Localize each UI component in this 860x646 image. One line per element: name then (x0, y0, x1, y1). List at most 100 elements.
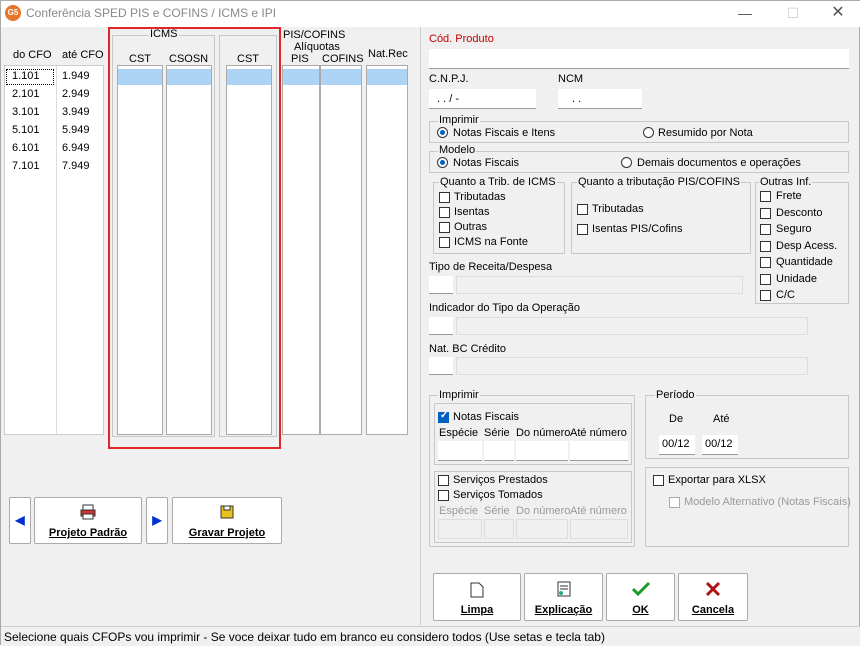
limpa-button[interactable]: Limpa (433, 573, 521, 621)
tipo-receita-code[interactable] (429, 276, 453, 294)
servicos-prestados-checkbox[interactable] (438, 475, 449, 486)
pis-trib-legend: Quanto a tributação PIS/COFINS (577, 176, 742, 188)
title-bar: G5 Conferência SPED PIS e COFINS / ICMS … (1, 1, 860, 27)
cfo-to-header: até CFO (62, 49, 104, 61)
outras-checkbox[interactable] (760, 273, 771, 285)
icms-trib-checkbox[interactable] (439, 192, 450, 203)
minimize-icon[interactable]: — (733, 3, 757, 23)
prev-project-button[interactable]: ◀ (9, 497, 31, 544)
nf-serie-input[interactable] (484, 441, 514, 461)
cancela-button[interactable]: Cancela (678, 573, 748, 621)
outras-label: Seguro (776, 223, 812, 235)
nat-bc-label: Nat. BC Crédito (429, 343, 507, 355)
exportar-xlsx-label: Exportar para XLSX (668, 474, 766, 486)
ncm-input[interactable]: . . (558, 89, 642, 109)
serie-label: Série (484, 427, 510, 439)
projeto-padrao-label: Projeto Padrão (48, 527, 128, 539)
cfo-from-header: do CFO (13, 49, 52, 61)
cfo-to-cell[interactable]: 1.949 (62, 70, 90, 82)
document-info-icon (557, 581, 570, 597)
notas-fiscais-checkbox[interactable] (438, 410, 449, 423)
cnpj-label: C.N.P.J. (429, 73, 469, 85)
outras-checkbox[interactable] (760, 240, 771, 252)
servicos-tomados-checkbox[interactable] (438, 490, 449, 501)
cfo-from-cell[interactable]: 3.101 (12, 106, 40, 118)
pis-list[interactable] (282, 65, 320, 435)
icms-trib-checkbox[interactable] (439, 222, 450, 233)
outras-label: Quantidade (776, 256, 833, 268)
outras-checkbox[interactable] (760, 207, 771, 219)
cfo-to-cell[interactable]: 3.949 (62, 106, 90, 118)
outras-checkbox[interactable] (760, 224, 771, 235)
close-icon[interactable]: ✕ (826, 3, 850, 23)
ok-button[interactable]: OK (606, 573, 675, 621)
app-window: G5 Conferência SPED PIS e COFINS / ICMS … (0, 0, 860, 646)
icms-trib-checkbox[interactable] (439, 207, 450, 218)
imprimir2-legend: Imprimir (438, 389, 480, 401)
exportar-xlsx-checkbox[interactable] (653, 475, 664, 486)
icms-trib-legend: Quanto a Trib. de ICMS (439, 176, 557, 188)
cfo-from-cell[interactable]: 7.101 (12, 160, 40, 172)
indicador-tipo-code[interactable] (429, 317, 453, 335)
resumido-label: Resumido por Nota (658, 127, 753, 139)
resumido-radio[interactable] (643, 127, 654, 138)
tipo-receita-desc (456, 276, 743, 294)
cofins-list[interactable] (320, 65, 362, 435)
demais-docs-radio[interactable] (621, 157, 632, 168)
natrec-list[interactable] (366, 65, 408, 435)
next-project-button[interactable]: ▶ (146, 497, 168, 544)
ok-label: OK (632, 604, 649, 616)
status-bar: Selecione quais CFOPs vou imprimir - Se … (1, 626, 860, 646)
periodo-ate-input[interactable]: 00/12 (702, 435, 738, 455)
explicacao-button[interactable]: Explicação (524, 573, 603, 621)
cod-produto-input[interactable] (429, 49, 849, 69)
imprimir-legend: Imprimir (438, 114, 480, 126)
srv-especie-input (438, 519, 482, 539)
nat-bc-code[interactable] (429, 357, 453, 375)
cfo-from-cell[interactable]: 6.101 (12, 142, 40, 154)
cfo-from-cell[interactable]: 5.101 (12, 124, 40, 136)
pis-trib-checkbox[interactable] (577, 224, 588, 235)
cofins-header: COFINS (322, 53, 364, 65)
nf-do-numero-input[interactable] (516, 441, 568, 461)
printer-icon (80, 504, 96, 520)
blank-page-icon (470, 582, 484, 598)
nf-especie-input[interactable] (438, 441, 482, 461)
aliquotas-label: Alíquotas (294, 41, 340, 53)
cfo-from-cell[interactable]: 1.101 (12, 70, 40, 82)
outras-checkbox[interactable] (760, 191, 771, 202)
modelo-nf-radio[interactable] (437, 157, 448, 168)
servicos-prestados-label: Serviços Prestados (453, 474, 548, 486)
outras-checkbox[interactable] (760, 257, 771, 268)
especie-label: Espécie (439, 427, 479, 439)
modelo-alternativo-checkbox[interactable] (669, 497, 680, 508)
cnpj-input[interactable]: . . / - (429, 89, 536, 109)
periodo-de-input[interactable]: 00/12 (659, 435, 695, 455)
cfo-to-cell[interactable]: 5.949 (62, 124, 90, 136)
ncm-label: NCM (558, 73, 584, 85)
cfo-to-cell[interactable]: 2.949 (62, 88, 90, 100)
outras-label: Desconto (776, 206, 823, 219)
icms-trib-checkbox[interactable] (439, 237, 450, 248)
cfo-from-cell[interactable]: 2.101 (12, 88, 40, 100)
cfo-to-cell[interactable]: 6.949 (62, 142, 90, 154)
app-logo-icon: G5 (5, 5, 21, 21)
piscofins-label: PIS/COFINS (283, 29, 346, 41)
icms-trib-label: Tributadas (454, 191, 506, 203)
srv-do-numero-input (516, 519, 568, 539)
nf-ate-numero-input[interactable] (570, 441, 628, 461)
cfo-list[interactable] (4, 65, 104, 435)
pis-trib-checkbox[interactable] (577, 204, 588, 215)
gravar-projeto-button[interactable]: Gravar Projeto (172, 497, 282, 544)
maximize-icon[interactable]: ☐ (781, 3, 805, 23)
notas-itens-radio[interactable] (437, 127, 448, 138)
projeto-padrao-button[interactable]: Projeto Padrão (34, 497, 142, 544)
outras-label: C/C (776, 289, 795, 301)
cfo-to-cell[interactable]: 7.949 (62, 160, 90, 172)
srv-do-numero-label: Do número (516, 505, 571, 517)
cod-produto-label: Cód. Produto (429, 33, 494, 45)
srv-serie-label: Série (484, 505, 510, 517)
gravar-projeto-label: Gravar Projeto (188, 527, 266, 539)
cancel-x-icon (705, 581, 721, 597)
outras-checkbox[interactable] (760, 290, 771, 301)
